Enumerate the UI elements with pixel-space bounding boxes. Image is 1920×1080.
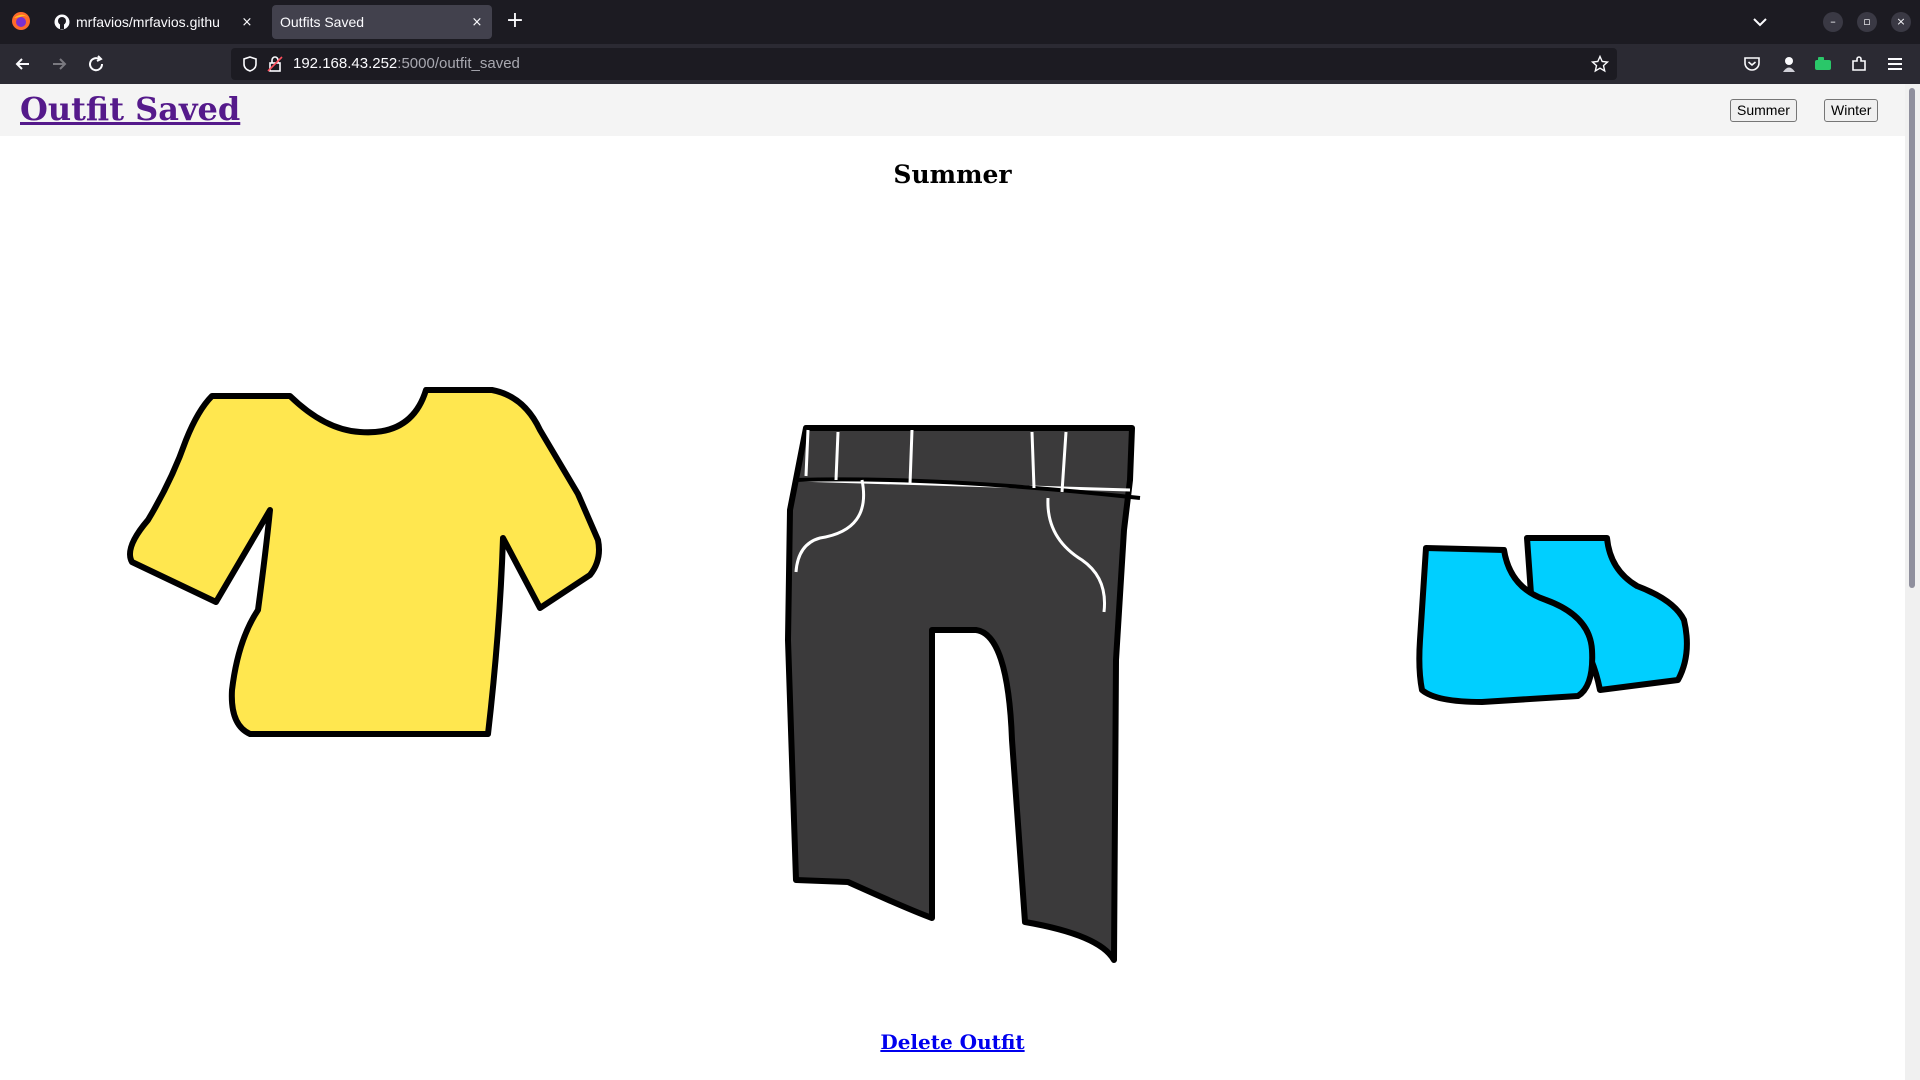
page-header: Outfit Saved Summer Winter	[0, 84, 1905, 136]
page-title-link[interactable]: Outfit Saved	[20, 90, 240, 128]
close-window-button[interactable]: ×	[1891, 12, 1911, 32]
delete-outfit-link[interactable]: Delete Outfit	[0, 1030, 1905, 1054]
url-bar[interactable]: 192.168.43.252:5000/outfit_saved	[231, 48, 1617, 80]
winter-button[interactable]: Winter	[1824, 99, 1879, 122]
tab-github[interactable]: mrfavios/mrfavios.githu ×	[46, 5, 262, 39]
pants-image	[785, 425, 1141, 963]
navigation-bar: 192.168.43.252:5000/outfit_saved	[0, 44, 1920, 84]
new-tab-button[interactable]: +	[502, 9, 528, 35]
pocket-icon[interactable]	[1742, 54, 1762, 74]
tab-outfits-saved[interactable]: Outfits Saved ×	[272, 5, 492, 39]
chevron-down-icon[interactable]	[1746, 12, 1774, 32]
tab-bar: mrfavios/mrfavios.githu × Outfits Saved …	[0, 0, 1920, 44]
url-text[interactable]: 192.168.43.252:5000/outfit_saved	[293, 55, 520, 72]
page-scrollbar[interactable]	[1905, 84, 1920, 1080]
scrollbar-thumb[interactable]	[1909, 88, 1915, 588]
tab-title: Outfits Saved	[280, 14, 365, 30]
minimize-button[interactable]: –	[1823, 12, 1843, 32]
summer-button[interactable]: Summer	[1730, 99, 1797, 122]
tab-title: mrfavios/mrfavios.githu	[76, 14, 220, 30]
menu-hamburger-icon[interactable]	[1885, 54, 1905, 74]
tab-close-button[interactable]: ×	[466, 15, 488, 30]
forward-arrow-icon[interactable]	[49, 54, 69, 74]
season-heading: Summer	[893, 160, 1012, 189]
shoes-image	[1416, 535, 1690, 705]
github-icon	[54, 14, 70, 30]
account-icon[interactable]	[1778, 54, 1798, 74]
shield-icon[interactable]	[241, 55, 259, 73]
bookmark-star-icon[interactable]	[1591, 55, 1609, 73]
firefox-logo-icon[interactable]	[10, 10, 32, 32]
restore-button[interactable]: ▫	[1857, 12, 1877, 32]
back-arrow-icon[interactable]	[13, 54, 33, 74]
reload-icon[interactable]	[86, 54, 106, 74]
shirt-image	[127, 387, 602, 737]
extensions-puzzle-icon[interactable]	[1849, 54, 1869, 74]
tab-close-button[interactable]: ×	[236, 15, 258, 30]
lock-icon[interactable]	[267, 55, 283, 73]
extension-green-icon[interactable]	[1813, 54, 1833, 74]
